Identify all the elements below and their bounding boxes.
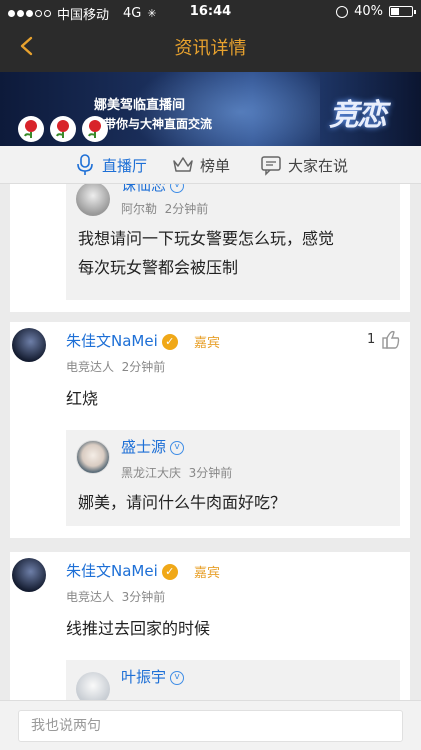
- verified-icon: v: [170, 670, 185, 685]
- avatar[interactable]: [76, 672, 110, 700]
- quoted-text: 我想请问一下玩女警要怎么玩，感觉 每次玩女警都会被压制: [78, 229, 335, 277]
- quoted-user-name[interactable]: 盛士源 v: [121, 436, 185, 457]
- chat-icon: [261, 156, 281, 176]
- crown-icon: [173, 157, 193, 172]
- guest-badge: 嘉宾: [194, 566, 221, 581]
- comment-bar: [0, 700, 421, 750]
- battery-icon: [389, 6, 416, 17]
- comment-text: 线推过去回家的时候: [66, 619, 211, 638]
- battery-percent: 40%: [354, 4, 383, 19]
- avatar[interactable]: [12, 328, 46, 362]
- comment-input[interactable]: [18, 710, 403, 742]
- comment-card: 朱佳文NaMei ✓ 嘉宾 电竞达人 3分钟前 线推过去回家的时候 叶振宇 v: [10, 552, 410, 700]
- commenter-name[interactable]: 朱佳文NaMei ✓: [66, 330, 178, 351]
- verified-gold-icon: ✓: [161, 333, 178, 350]
- quoted-user-name[interactable]: 叶振宇 v: [121, 666, 185, 687]
- tab-label: 直播厅: [102, 156, 148, 175]
- tab-bar: 直播厅 榜单 大家在说: [0, 146, 421, 184]
- rose-icon: [50, 116, 76, 142]
- guest-badge: 嘉宾: [194, 336, 221, 351]
- comment-card: 朱佳文NaMei ✓ 嘉宾 1 电竞达人 2分钟前 红烧 盛士源 v 黑龙江大庆 3…: [10, 322, 410, 538]
- tab-label: 大家在说: [288, 156, 349, 175]
- quoted-meta: 黑龙江大庆 3分钟前: [121, 466, 233, 480]
- page-title: 资讯详情: [174, 38, 247, 59]
- avatar[interactable]: [76, 184, 110, 216]
- commenter-name[interactable]: 朱佳文NaMei ✓: [66, 560, 178, 581]
- tab-rankings[interactable]: 榜单: [172, 146, 230, 184]
- quoted-meta: 阿尔勒 2分钟前: [121, 202, 209, 216]
- tab-discussion[interactable]: 大家在说: [260, 146, 348, 184]
- like-count: 1: [367, 332, 376, 347]
- comment-feed[interactable]: 诛仙恋 v 阿尔勒 2分钟前 我想请问一下玩女警要怎么玩，感觉 每次玩女警都会被压…: [0, 184, 421, 700]
- quoted-text: 娜美，请问什么牛肉面好吃？: [78, 493, 287, 512]
- rotation-lock-icon: [336, 5, 349, 18]
- comment-card: 诛仙恋 v 阿尔勒 2分钟前 我想请问一下玩女警要怎么玩，感觉 每次玩女警都会被压…: [10, 184, 410, 312]
- rose-icon: [18, 116, 44, 142]
- quoted-question: 叶振宇 v: [66, 660, 400, 700]
- microphone-icon: [77, 154, 93, 175]
- banner-headline: 娜美驾临直播间: [94, 98, 186, 113]
- commenter-meta: 电竞达人 2分钟前: [66, 360, 166, 374]
- verified-gold-icon: ✓: [161, 563, 178, 580]
- rose-icon: [82, 116, 108, 142]
- tab-live-hall[interactable]: 直播厅: [74, 146, 147, 184]
- top-bar: 中国移动 4G ✳ 16:44 40% 资讯详情: [0, 0, 421, 72]
- brand-logo: 竞恋: [329, 98, 387, 133]
- verified-icon: v: [170, 440, 185, 455]
- avatar[interactable]: [76, 440, 110, 474]
- live-banner[interactable]: 娜美驾临直播间 带你与大神直面交流 竞恋: [0, 72, 421, 146]
- avatar[interactable]: [12, 558, 46, 592]
- like-icon[interactable]: [381, 328, 401, 352]
- status-bar: 中国移动 4G ✳ 16:44 40%: [0, 0, 421, 24]
- quoted-question: 诛仙恋 v 阿尔勒 2分钟前 我想请问一下玩女警要怎么玩，感觉 每次玩女警都会被压…: [66, 184, 400, 300]
- quoted-question: 盛士源 v 黑龙江大庆 3分钟前 娜美，请问什么牛肉面好吃？: [66, 430, 400, 526]
- quoted-user-name[interactable]: 诛仙恋 v: [121, 184, 185, 195]
- tab-label: 榜单: [200, 156, 231, 175]
- commenter-meta: 电竞达人 3分钟前: [66, 590, 166, 604]
- banner-subline: 带你与大神直面交流: [104, 117, 213, 131]
- comment-text: 红烧: [66, 389, 99, 408]
- verified-icon: v: [170, 184, 185, 193]
